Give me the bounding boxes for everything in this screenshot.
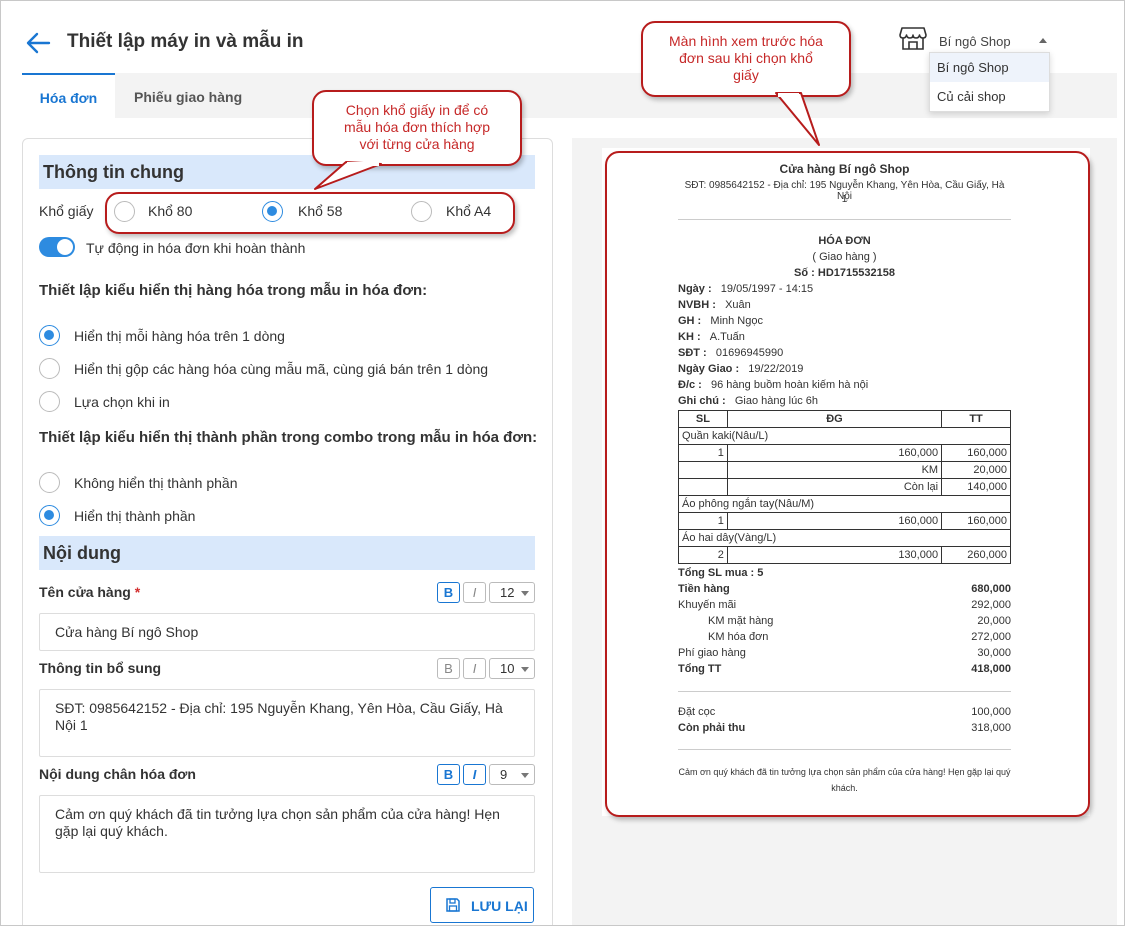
paper-size-label: Khổ giấy <box>39 203 94 219</box>
goods-display-title: Thiết lập kiểu hiển thị hàng hóa trong m… <box>39 282 428 299</box>
page-title: Thiết lập máy in và mẫu in <box>67 31 304 52</box>
extra-info-size-select[interactable]: 10 <box>489 658 535 679</box>
store-name-bold-button[interactable]: B <box>437 582 460 603</box>
caret-up-icon <box>1039 38 1047 43</box>
combo-hide-label[interactable]: Không hiển thị thành phần <box>74 475 237 491</box>
save-button[interactable]: LƯU LẠI <box>430 887 534 923</box>
footer-size-select[interactable]: 9 <box>489 764 535 785</box>
required-mark: * <box>134 584 141 600</box>
store-name-size-select[interactable]: 12 <box>489 582 535 603</box>
footer-bold-button[interactable]: B <box>437 764 460 785</box>
store-name-label: Tên cửa hàng * <box>39 584 141 600</box>
combo-show-label[interactable]: Hiển thị thành phần <box>74 508 195 524</box>
goods-one-line-radio[interactable] <box>39 325 60 346</box>
goods-merge-radio[interactable] <box>39 358 60 379</box>
footer-content-input[interactable]: Cảm ơn quý khách đã tin tưởng lựa chọn s… <box>39 795 535 873</box>
shop-dropdown: Bí ngô Shop Củ cải shop <box>929 52 1050 112</box>
goods-choose-label[interactable]: Lựa chọn khi in <box>74 394 170 410</box>
shop-option-bi-ngo[interactable]: Bí ngô Shop <box>930 53 1049 82</box>
extra-info-bold-button[interactable]: B <box>437 658 460 679</box>
shop-selector[interactable]: Bí ngô Shop <box>899 25 1049 55</box>
combo-show-radio[interactable] <box>39 505 60 526</box>
preview-highlight <box>605 151 1090 817</box>
extra-info-italic-button[interactable]: I <box>463 658 486 679</box>
tab-hoa-don[interactable]: Hóa đơn <box>22 73 115 118</box>
extra-info-label: Thông tin bổ sung <box>39 660 162 676</box>
shop-selected-value: Bí ngô Shop <box>939 34 1011 49</box>
store-name-input[interactable]: Cửa hàng Bí ngô Shop <box>39 613 535 651</box>
auto-print-toggle[interactable] <box>39 237 75 257</box>
paper-size-highlight <box>105 192 515 234</box>
goods-choose-radio[interactable] <box>39 391 60 412</box>
combo-hide-radio[interactable] <box>39 472 60 493</box>
shop-option-cu-cai[interactable]: Củ cải shop <box>930 82 1049 111</box>
save-button-label: LƯU LẠI <box>471 898 528 914</box>
combo-display-title: Thiết lập kiểu hiển thị thành phần trong… <box>39 429 538 446</box>
goods-merge-label[interactable]: Hiển thị gộp các hàng hóa cùng mẫu mã, c… <box>74 361 488 377</box>
preview-callout: Màn hình xem trước hóa đơn sau khi chọn … <box>641 21 851 97</box>
app-window: Thiết lập máy in và mẫu in Bí ngô Shop B… <box>0 0 1125 926</box>
auto-print-label: Tự động in hóa đơn khi hoàn thành <box>86 240 306 256</box>
goods-one-line-label[interactable]: Hiển thị mỗi hàng hóa trên 1 dòng <box>74 328 285 344</box>
section-content-title: Nội dung <box>39 536 535 570</box>
back-arrow-icon[interactable] <box>25 31 51 55</box>
paper-size-callout: Chọn khổ giấy in để có mẫu hóa đơn thích… <box>312 90 522 166</box>
store-name-italic-button[interactable]: I <box>463 582 486 603</box>
extra-info-input[interactable]: SĐT: 0985642152 - Địa chỉ: 195 Nguyễn Kh… <box>39 689 535 757</box>
save-icon <box>446 898 460 912</box>
tab-phieu-giao-hang[interactable]: Phiếu giao hàng <box>134 73 242 118</box>
footer-italic-button[interactable]: I <box>463 764 486 785</box>
store-icon <box>899 27 927 50</box>
footer-content-label: Nội dung chân hóa đơn <box>39 766 196 782</box>
